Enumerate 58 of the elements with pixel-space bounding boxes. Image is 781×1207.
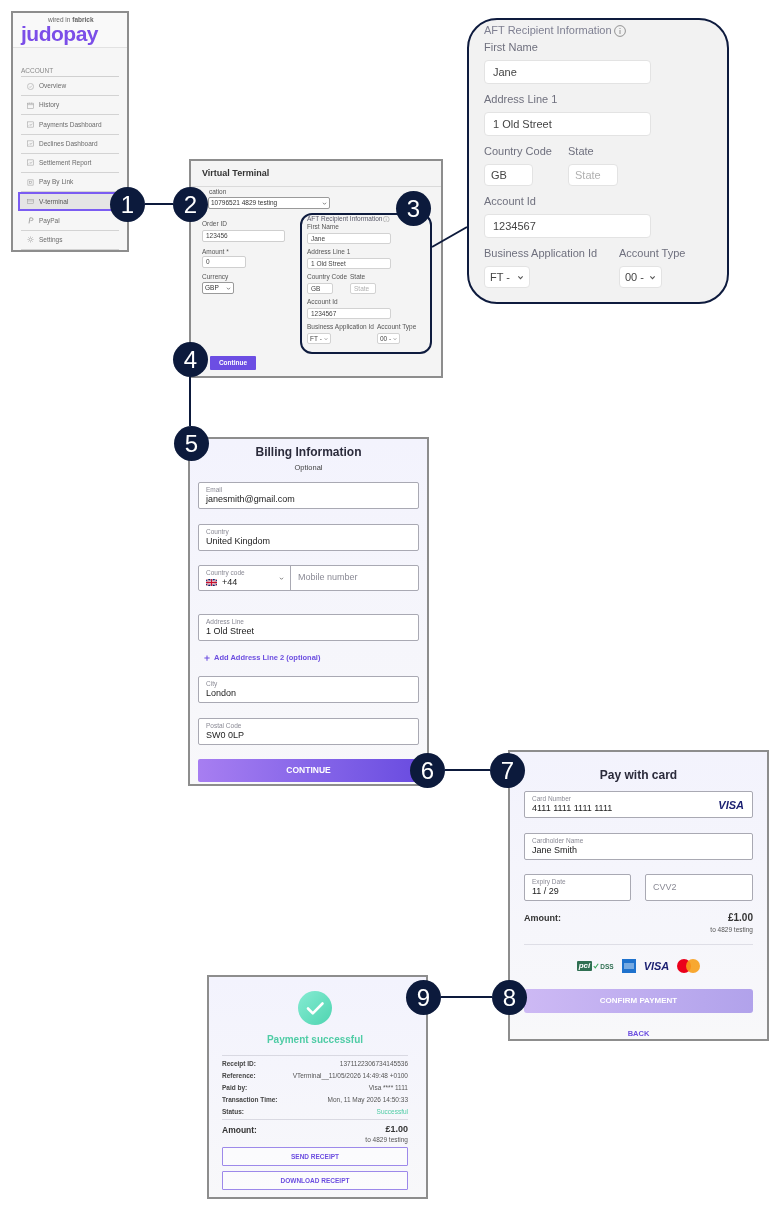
chart-icon (27, 140, 34, 148)
amount-value: £1.00 (385, 1123, 408, 1137)
account-id-input[interactable]: 1234567 (484, 214, 651, 238)
square-icon (27, 178, 34, 186)
section-title: AFT Recipient Information (484, 24, 612, 37)
field-label: Account Type (619, 247, 686, 260)
field-label: Business Application Id (484, 247, 598, 260)
p-logo-icon (27, 216, 34, 224)
business-application-select[interactable]: FT - (484, 266, 530, 288)
card-icon (27, 198, 34, 206)
amount-value: £1.00 (727, 912, 753, 924)
step-number: 5 (174, 426, 209, 461)
field-label: State (568, 145, 594, 158)
field-label: Country Code (484, 145, 552, 158)
check-circle-icon (27, 82, 34, 90)
chevron-down-icon (649, 273, 656, 281)
visa-logo: VISA (643, 960, 670, 972)
mobile-number-input[interactable]: Mobile number (291, 566, 418, 590)
success-title: Payment successful (266, 1033, 364, 1046)
chevron-down-icon (322, 200, 327, 206)
chart-icon (27, 159, 34, 167)
overlapping-circles-icon (677, 959, 701, 973)
account-type-select[interactable]: 00 - (619, 266, 662, 288)
step-number: 8 (492, 980, 527, 1015)
amount-label: Amount: (222, 1123, 257, 1137)
logo-wordmark: judopay (21, 23, 98, 45)
connector-line (444, 769, 491, 771)
chevron-down-icon (517, 273, 524, 281)
chevron-down-icon (279, 576, 284, 581)
info-icon (383, 215, 390, 223)
field-label: Address Line 1 (484, 93, 558, 106)
step-number: 2 (173, 187, 208, 222)
check-circle-icon (298, 991, 332, 1025)
connector-line (440, 996, 493, 998)
pci-logo: pci (576, 961, 593, 971)
plus-icon (204, 655, 210, 661)
calendar-icon (27, 101, 34, 109)
field-label: Account Id (484, 195, 536, 208)
chart-icon (27, 120, 34, 128)
panel-title: Pay with card (599, 768, 678, 783)
address-input[interactable]: 1 Old Street (484, 112, 651, 136)
first-name-input[interactable]: Jane (484, 60, 651, 84)
settings-icon (27, 236, 34, 244)
connector-line (189, 376, 191, 427)
connector-line (144, 203, 174, 205)
visa-logo: VISA (718, 798, 744, 811)
info-icon (613, 24, 626, 37)
field-label: First Name (484, 41, 538, 54)
panel-title: Virtual Terminal (202, 166, 270, 180)
chevron-down-icon (226, 285, 231, 291)
step-number: 6 (410, 753, 445, 788)
country-code-input[interactable]: GB (484, 164, 533, 186)
panel-title: Billing Information (255, 445, 362, 460)
check-icon (593, 963, 600, 969)
amount-label: Amount: (524, 912, 561, 924)
flag-icon (206, 578, 217, 586)
card-logo-icon (621, 959, 636, 973)
input-field[interactable]: CVV2 (645, 874, 753, 901)
